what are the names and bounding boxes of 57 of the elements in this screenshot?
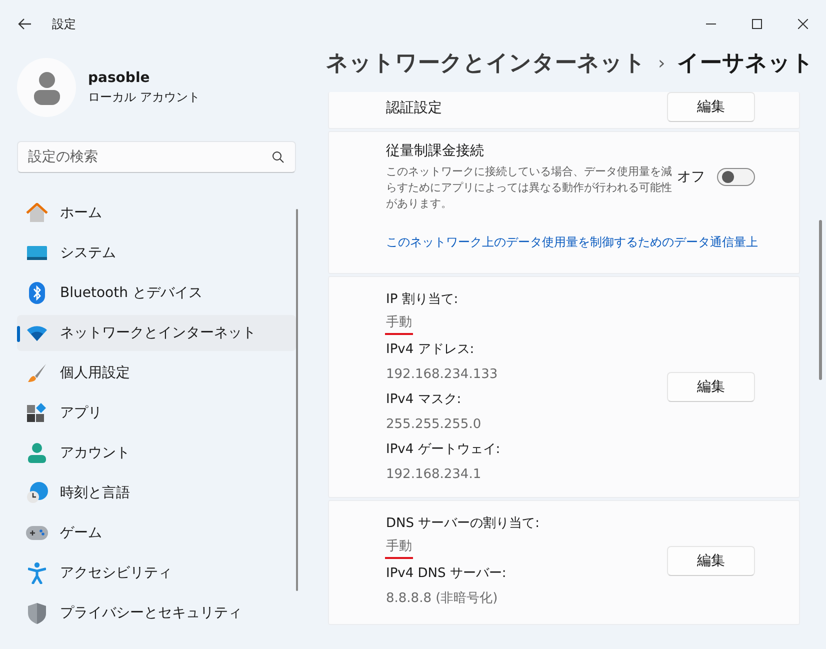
nav-item[interactable]: Bluetooth とデバイス [17, 275, 296, 311]
toggle-switch[interactable] [717, 168, 755, 186]
search-field[interactable]: 設定の検索 [17, 141, 296, 173]
setting-value: 8.8.8.8 (非暗号化) [386, 590, 498, 608]
setting-label: IPv4 アドレス: [386, 341, 474, 359]
house-icon [26, 203, 48, 223]
setting-value: 255.255.255.0 [386, 416, 482, 434]
back-arrow-icon [18, 18, 32, 30]
nav-item[interactable]: プライバシーとセキュリティ [17, 595, 296, 631]
nav-item[interactable]: ゲーム [17, 515, 296, 551]
window-title: 設定 [52, 16, 76, 32]
setting-label: IP 割り当て: [386, 291, 458, 309]
setting-description: このネットワークに接続している場合、データ使用量を減らすためにアプリによっては異なる動作が行われる可能性があります。 [386, 164, 673, 212]
user-name: pasoble [88, 70, 151, 86]
edit-button[interactable]: 編集 [667, 546, 755, 576]
setting-value: 手動 [385, 312, 413, 335]
setting-label: DNS サーバーの割り当て: [386, 515, 540, 533]
scrollbar[interactable] [819, 220, 822, 380]
setting-label: IPv4 マスク: [386, 391, 462, 409]
maximize-icon [752, 19, 762, 29]
nav-item[interactable]: アプリ [17, 395, 296, 431]
setting-label: IPv4 DNS サーバー: [386, 565, 506, 583]
scrollbar[interactable] [296, 209, 298, 591]
account-type: ローカル アカウント [88, 88, 200, 106]
shield-icon [28, 602, 46, 624]
toggle-label: オフ [677, 168, 705, 186]
setting-label: 認証設定 [386, 99, 443, 117]
person-icon [28, 443, 46, 463]
setting-value: 192.168.234.133 [386, 366, 498, 384]
nav-item[interactable]: アクセシビリティ [17, 555, 296, 591]
setting-label: IPv4 ゲートウェイ: [386, 441, 500, 459]
bluetooth-icon [29, 282, 45, 304]
close-icon [798, 19, 808, 29]
minimize-icon [706, 23, 716, 25]
accessibility-icon [28, 562, 46, 584]
nav-item[interactable]: 個人用設定 [17, 355, 296, 391]
globe-clock-icon [26, 482, 48, 504]
paintbrush-icon [27, 363, 47, 383]
nav-item[interactable]: アカウント [17, 435, 296, 471]
apps-icon [27, 403, 47, 423]
breadcrumb-link[interactable]: ネットワークとインターネット [326, 48, 646, 78]
data-limit-link[interactable]: このネットワーク上のデータ使用量を制御するためのデータ通信量上 [386, 234, 758, 251]
gamepad-icon [26, 526, 48, 540]
setting-title: 従量制課金接続 [386, 142, 485, 160]
nav-item[interactable]: ネットワークとインターネット [17, 315, 296, 351]
breadcrumb-separator: › [658, 52, 666, 74]
edit-button[interactable]: 編集 [667, 372, 755, 402]
monitor-icon [27, 245, 47, 261]
setting-value: 192.168.234.1 [386, 466, 482, 484]
setting-value: 手動 [385, 536, 413, 559]
page-title: イーサネット [677, 50, 814, 78]
wifi-icon [26, 325, 48, 341]
nav-item[interactable]: ホーム [17, 195, 296, 231]
search-icon [272, 151, 284, 163]
nav-item[interactable]: 時刻と言語 [17, 475, 296, 511]
nav-item[interactable]: システム [17, 235, 296, 271]
edit-button[interactable]: 編集 [667, 92, 755, 122]
